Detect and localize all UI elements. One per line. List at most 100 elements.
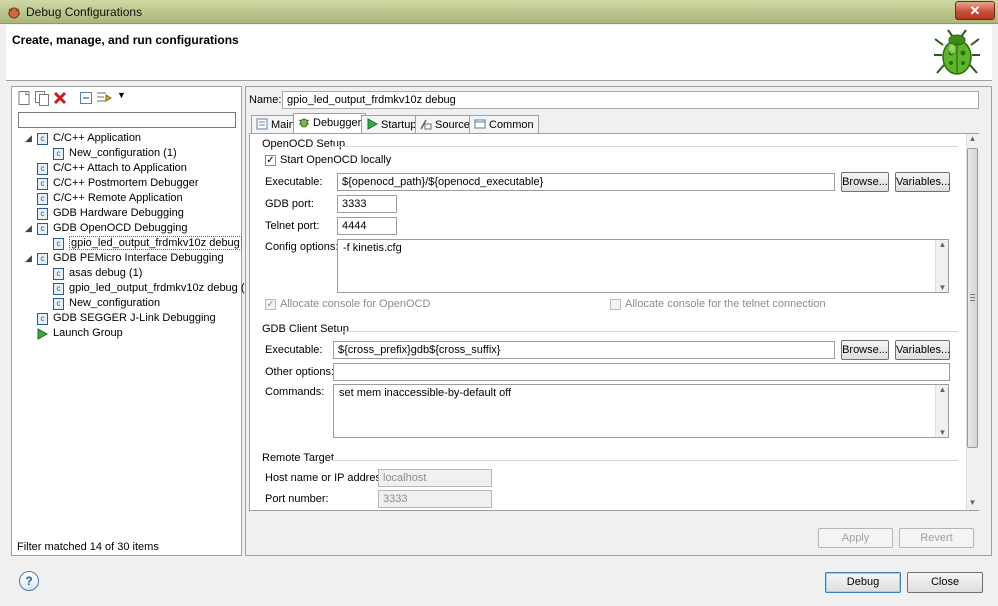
tree-item-label: GDB PEMicro Interface Debugging <box>53 252 224 264</box>
configuration-tree-pane: ▼ Filter matched 14 of 30 items ◢ c C/C++ … <box>11 86 254 556</box>
debug-button[interactable]: Debug <box>825 572 901 593</box>
tree-item[interactable]: c gpio_led_output_frdmkv10z debug (1) <box>12 282 254 297</box>
tree-item[interactable]: c C/C++ Attach to Application <box>12 162 240 177</box>
config-type-icon: c <box>37 178 48 190</box>
tree-item[interactable]: ◢ c GDB PEMicro Interface Debugging <box>12 252 240 267</box>
config-type-icon: c <box>53 148 64 160</box>
telnet-port-input[interactable]: 4444 <box>337 217 397 235</box>
revert-button[interactable]: Revert <box>899 528 974 548</box>
commands-scrollbar[interactable]: ▲ ▼ <box>935 385 948 437</box>
tree-item-label: asas debug (1) <box>69 267 143 279</box>
tree-item[interactable]: c C/C++ Remote Application <box>12 192 240 207</box>
config-type-icon: c <box>37 223 48 235</box>
openocd-variables-button[interactable]: Variables... <box>895 172 950 192</box>
gdb-port-input[interactable]: 3333 <box>337 195 397 213</box>
config-options-scrollbar[interactable]: ▲ ▼ <box>935 240 948 292</box>
allocate-console-telnet-checkbox[interactable] <box>610 299 621 310</box>
source-tab-icon <box>420 119 432 130</box>
tab-source-label: Source <box>435 119 470 131</box>
tree-item[interactable]: c C/C++ Postmortem Debugger <box>12 177 240 192</box>
openocd-executable-input[interactable]: ${openocd_path}/${openocd_executable} <box>337 173 835 191</box>
tab-startup[interactable]: Startup <box>361 115 422 133</box>
telnet-port-label: Telnet port: <box>265 220 320 232</box>
commands-value: set mem inaccessible-by-default off <box>339 387 512 399</box>
name-label: Name: <box>249 94 282 106</box>
window-title: Debug Configurations <box>26 5 143 19</box>
debugger-tab-bug-icon <box>298 118 310 128</box>
filter-dropdown-chevron-down-icon[interactable]: ▼ <box>117 90 126 100</box>
tree-item[interactable]: c asas debug (1) <box>12 267 240 282</box>
tab-startup-label: Startup <box>381 119 417 131</box>
commands-label: Commands: <box>265 386 325 398</box>
tab-common-label: Common <box>489 119 534 131</box>
common-tab-icon <box>474 119 486 129</box>
tree-item-label: GDB SEGGER J-Link Debugging <box>53 312 216 324</box>
gdb-variables-button[interactable]: Variables... <box>895 340 950 360</box>
dialog-title: Create, manage, and run configurations <box>12 33 239 47</box>
tree-item[interactable]: ◢ c C/C++ Application <box>12 132 240 147</box>
delete-icon[interactable] <box>52 90 68 106</box>
host-label: Host name or IP address: <box>265 472 390 484</box>
tree-item[interactable]: c GDB SEGGER J-Link Debugging <box>12 312 240 327</box>
tree-item[interactable]: c New_configuration (1) <box>12 147 240 162</box>
startup-tab-play-icon <box>367 118 378 130</box>
tree-item-label: C/C++ Application <box>53 132 142 144</box>
gdb-client-group-line <box>340 331 958 332</box>
config-type-icon: c <box>53 298 64 310</box>
config-options-textarea[interactable]: -f kinetis.cfg ▲ ▼ <box>337 239 949 293</box>
tab-source[interactable]: Source <box>415 115 475 133</box>
start-openocd-label: Start OpenOCD locally <box>280 154 392 166</box>
tree-expand-toggle-icon[interactable]: ◢ <box>25 253 32 264</box>
config-options-label: Config options: <box>265 241 339 253</box>
scroll-up-arrow-icon[interactable]: ▲ <box>966 134 979 143</box>
collapse-all-icon[interactable] <box>78 90 94 106</box>
apply-button[interactable]: Apply <box>818 528 893 548</box>
configuration-editor-pane: Name: gpio_led_output_frdmkv10z debug Ma… <box>245 86 992 556</box>
gdb-browse-button[interactable]: Browse... <box>841 340 889 360</box>
tree-item-label: Launch Group <box>53 327 123 339</box>
commands-textarea[interactable]: set mem inaccessible-by-default off ▲ ▼ <box>333 384 949 438</box>
filter-input[interactable] <box>18 112 236 128</box>
gdb-executable-input[interactable]: ${cross_prefix}gdb${cross_suffix} <box>333 341 835 359</box>
tree-expand-toggle-icon[interactable]: ◢ <box>25 133 32 144</box>
config-type-icon: c <box>53 283 64 295</box>
new-config-icon[interactable] <box>16 90 32 106</box>
filter-status-text: Filter matched 14 of 30 items <box>17 541 159 553</box>
tree-item[interactable]: ◢ c GDB OpenOCD Debugging <box>12 222 240 237</box>
tree-item-label: New_configuration (1) <box>69 147 177 159</box>
tab-debugger[interactable]: Debugger <box>293 113 367 134</box>
config-type-icon: c <box>53 268 64 280</box>
scroll-down-arrow-icon[interactable]: ▼ <box>966 498 979 507</box>
tab-common[interactable]: Common <box>469 115 539 133</box>
other-options-input[interactable] <box>333 363 950 381</box>
tree-item-label: C/C++ Attach to Application <box>53 162 187 174</box>
tree-item-label: gpio_led_output_frdmkv10z debug <box>69 236 242 250</box>
config-type-icon: c <box>37 163 48 175</box>
port-number-input[interactable]: 3333 <box>378 490 492 508</box>
gdb-client-setup-title: GDB Client Setup <box>262 323 349 335</box>
openocd-browse-button[interactable]: Browse... <box>841 172 889 192</box>
configuration-name-input[interactable]: gpio_led_output_frdmkv10z debug <box>282 91 979 109</box>
launch-group-icon <box>37 328 49 340</box>
host-input[interactable]: localhost <box>378 469 492 487</box>
tree-item[interactable]: c gpio_led_output_frdmkv10z debug <box>12 236 242 252</box>
tree-item[interactable]: Launch Group <box>12 327 240 342</box>
duplicate-icon[interactable] <box>34 90 50 106</box>
close-button[interactable]: Close <box>907 572 983 593</box>
tree-item-label: C/C++ Postmortem Debugger <box>53 177 199 189</box>
debug-app-icon <box>8 7 20 19</box>
tab-main-label: Main <box>271 119 295 131</box>
start-openocd-checkbox[interactable]: ✓ <box>265 155 276 166</box>
help-icon[interactable]: ? <box>19 571 39 591</box>
filter-icon[interactable] <box>96 90 112 106</box>
tree-expand-toggle-icon[interactable]: ◢ <box>25 223 32 234</box>
gdb-port-label: GDB port: <box>265 198 314 210</box>
tree-item-label: GDB Hardware Debugging <box>53 207 184 219</box>
tree-item[interactable]: c GDB Hardware Debugging <box>12 207 240 222</box>
panel-scrollbar-thumb[interactable] <box>967 148 978 448</box>
title-bar: Debug Configurations ✕ <box>0 0 998 24</box>
dialog-header: Create, manage, and run configurations <box>6 25 992 81</box>
window-close-button[interactable]: ✕ <box>955 1 995 20</box>
tree-item[interactable]: c New_configuration <box>12 297 240 312</box>
allocate-console-openocd-checkbox[interactable]: ✓ <box>265 299 276 310</box>
